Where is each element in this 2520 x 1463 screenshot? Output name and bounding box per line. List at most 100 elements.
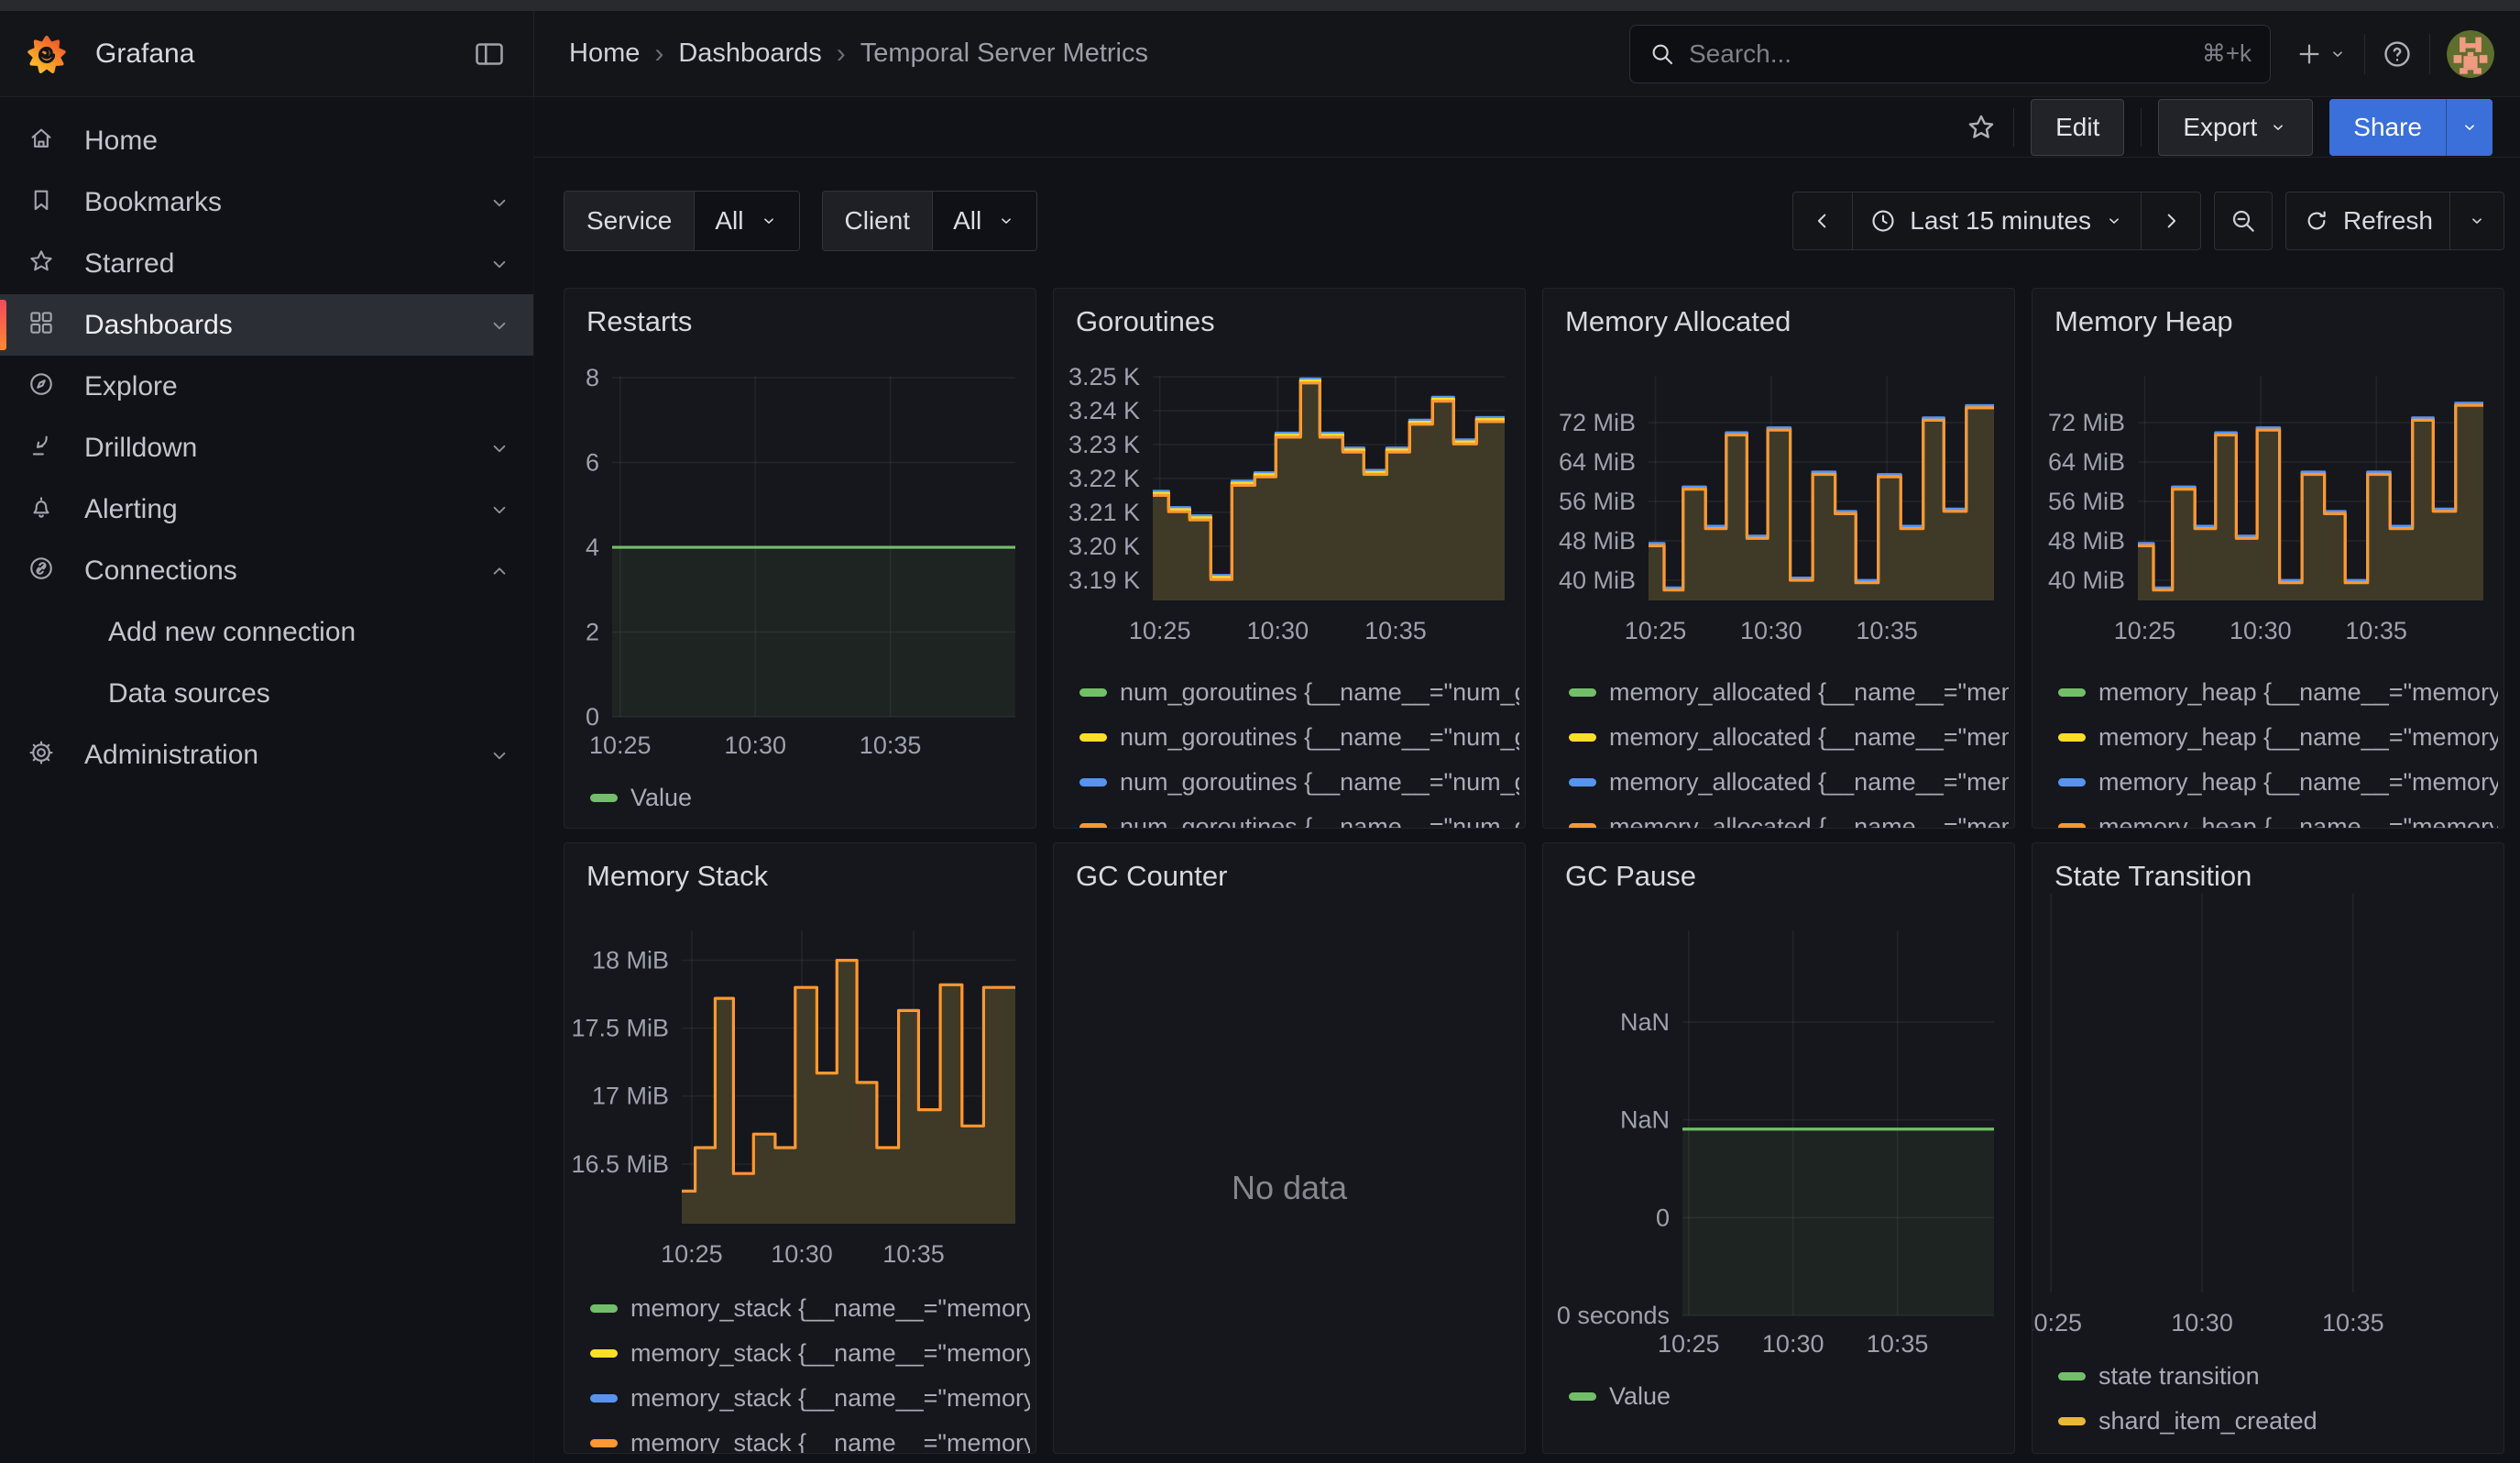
panel-title[interactable]: Restarts	[586, 305, 692, 338]
chevron-right-icon	[2158, 208, 2184, 234]
zoom-out-button[interactable]	[2214, 192, 2273, 250]
help-button[interactable]	[2382, 38, 2413, 70]
legend-series-marker	[2058, 733, 2086, 742]
legend-series-label[interactable]: memory_heap {__name__="memory_h	[2098, 813, 2498, 829]
sidebar-item-label: Alerting	[84, 494, 178, 525]
panel-title[interactable]: State Transition	[2054, 860, 2252, 893]
share-dropdown-button[interactable]	[2446, 99, 2493, 156]
svg-text:40 MiB: 40 MiB	[2048, 566, 2125, 594]
chevron-down-icon[interactable]	[488, 498, 511, 522]
refresh-button[interactable]: Refresh	[2286, 192, 2450, 249]
legend-series-label[interactable]: state transition	[2098, 1362, 2260, 1391]
breadcrumb: Home›Dashboards›Temporal Server Metrics	[569, 38, 1148, 70]
favorite-star-button[interactable]	[1966, 112, 1997, 143]
dashboard-grid: Restarts10:2510:3010:3502468ValueGorouti…	[534, 251, 2520, 1454]
panel-title[interactable]: GC Pause	[1565, 860, 1696, 893]
share-button[interactable]: Share	[2329, 99, 2446, 156]
sidebar-item-add-new-connection[interactable]: Add new connection	[0, 601, 533, 663]
legend-series-label[interactable]: memory_stack {__name__="memory_s	[630, 1339, 1030, 1368]
legend-series-label[interactable]: memory_heap {__name__="memory_h	[2098, 723, 2498, 752]
panel-title[interactable]: Memory Stack	[586, 860, 768, 893]
sidebar-item-label: Connections	[84, 556, 237, 587]
svg-text:40 MiB: 40 MiB	[1559, 566, 1636, 594]
panel-title[interactable]: Memory Heap	[2054, 305, 2233, 338]
panel-title[interactable]: Memory Allocated	[1565, 305, 1791, 338]
legend-series-label[interactable]: memory_allocated {__name__="memo	[1609, 813, 2009, 829]
export-button[interactable]: Export	[2158, 99, 2313, 156]
legend-item: memory_allocated {__name__="memo	[1569, 678, 2009, 707]
sidebar-item-label: Drilldown	[84, 433, 197, 464]
sidebar-item-drilldown[interactable]: Drilldown	[0, 417, 533, 478]
sidebar-item-starred[interactable]: Starred	[0, 233, 533, 294]
legend-series-label[interactable]: memory_allocated {__name__="memo	[1609, 678, 2009, 707]
nav-icon-cluster	[2295, 30, 2494, 78]
legend-series-label[interactable]: memory_allocated {__name__="memo	[1609, 768, 2009, 797]
sidebar-item-alerting[interactable]: Alerting	[0, 478, 533, 540]
panel-memory-allocated: Memory Allocated10:2510:3010:3540 MiB48 …	[1542, 288, 2015, 829]
panel-title[interactable]: Goroutines	[1076, 305, 1215, 338]
variable-value-dropdown[interactable]: All	[932, 192, 1036, 250]
sidebar-item-data-sources[interactable]: Data sources	[0, 663, 533, 724]
share-button-label: Share	[2353, 113, 2422, 142]
sidebar-item-explore[interactable]: Explore	[0, 356, 533, 417]
time-range-picker[interactable]: Last 15 minutes	[1853, 192, 2142, 249]
svg-text:10:35: 10:35	[2322, 1309, 2384, 1336]
legend-series-label[interactable]: memory_heap {__name__="memory_h	[2098, 678, 2498, 707]
panel-title[interactable]: GC Counter	[1076, 860, 1227, 893]
chevron-down-icon[interactable]	[488, 743, 511, 767]
chevron-down-icon[interactable]	[488, 191, 511, 214]
breadcrumb-item: Temporal Server Metrics	[860, 38, 1148, 69]
panel-memory-stack: Memory Stack10:2510:3010:3516.5 MiB17 Mi…	[564, 842, 1036, 1454]
legend-item: memory_stack {__name__="memory_s	[590, 1339, 1030, 1368]
variable-name: Client	[823, 192, 933, 250]
svg-text:3.25 K: 3.25 K	[1068, 363, 1140, 390]
chevron-down-icon[interactable]	[488, 252, 511, 276]
legend-series-label[interactable]: Value	[1609, 1382, 1671, 1411]
help-icon	[2382, 38, 2413, 70]
legend-series-label[interactable]: memory_stack {__name__="memory_s	[630, 1294, 1030, 1323]
sidebar-item-dashboards[interactable]: Dashboards	[0, 294, 533, 356]
add-new-button[interactable]	[2295, 39, 2348, 69]
breadcrumb-item[interactable]: Home	[569, 38, 640, 69]
legend-series-label[interactable]: memory_stack {__name__="memory_s	[630, 1429, 1030, 1454]
time-range-label: Last 15 minutes	[1910, 206, 2091, 236]
sidebar-item-home[interactable]: Home	[0, 110, 533, 171]
sidebar-item-bookmarks[interactable]: Bookmarks	[0, 171, 533, 233]
bell-icon	[27, 493, 60, 526]
chevron-up-icon[interactable]	[488, 559, 511, 583]
sidebar-item-label: Home	[84, 126, 158, 157]
panel-goroutines: Goroutines10:2510:3010:353.19 K3.20 K3.2…	[1053, 288, 1526, 829]
legend-series-label[interactable]: Value	[630, 784, 692, 812]
legend-series-label[interactable]: shard_item_created	[2098, 1407, 2317, 1436]
profile-button[interactable]	[2447, 30, 2494, 78]
svg-text:3.19 K: 3.19 K	[1068, 566, 1140, 594]
window-top-strip	[0, 0, 2520, 11]
chevron-down-icon[interactable]	[488, 436, 511, 460]
legend-series-label[interactable]: memory_allocated {__name__="memo	[1609, 723, 2009, 752]
time-shift-back-button[interactable]	[1793, 192, 1853, 249]
legend-series-marker	[1569, 823, 1596, 829]
edit-button[interactable]: Edit	[2031, 99, 2124, 156]
variable-value-dropdown[interactable]: All	[694, 192, 798, 250]
legend-series-label[interactable]: num_goroutines {__name__="num_go	[1120, 678, 1519, 707]
dock-menu-button[interactable]	[473, 36, 509, 72]
sidebar-item-connections[interactable]: Connections	[0, 540, 533, 601]
legend-series-label[interactable]: memory_stack {__name__="memory_s	[630, 1384, 1030, 1413]
legend-series-label[interactable]: num_goroutines {__name__="num_go	[1120, 723, 1519, 752]
legend-item: Value	[1569, 1382, 2009, 1411]
legend-item: memory_heap {__name__="memory_h	[2058, 813, 2498, 829]
search-input[interactable]	[1689, 39, 2189, 69]
search-box[interactable]: ⌘+k	[1629, 25, 2271, 83]
refresh-interval-dropdown[interactable]	[2450, 192, 2504, 249]
sidebar-item-administration[interactable]: Administration	[0, 724, 533, 786]
legend-series-label[interactable]: num_goroutines {__name__="num_go	[1120, 813, 1519, 829]
legend-series-marker	[590, 1394, 618, 1402]
star-icon	[1966, 112, 1997, 143]
chevron-down-icon[interactable]	[488, 314, 511, 337]
panel-legend: state transition shard_item_created	[2058, 1362, 2498, 1436]
legend-series-label[interactable]: memory_heap {__name__="memory_h	[2098, 768, 2498, 797]
breadcrumb-item[interactable]: Dashboards	[678, 38, 821, 69]
time-shift-forward-button[interactable]	[2142, 192, 2200, 249]
filter-time-row: ServiceAllClientAll Last 15 minutes Ref	[564, 191, 2504, 251]
legend-series-label[interactable]: num_goroutines {__name__="num_go	[1120, 768, 1519, 797]
